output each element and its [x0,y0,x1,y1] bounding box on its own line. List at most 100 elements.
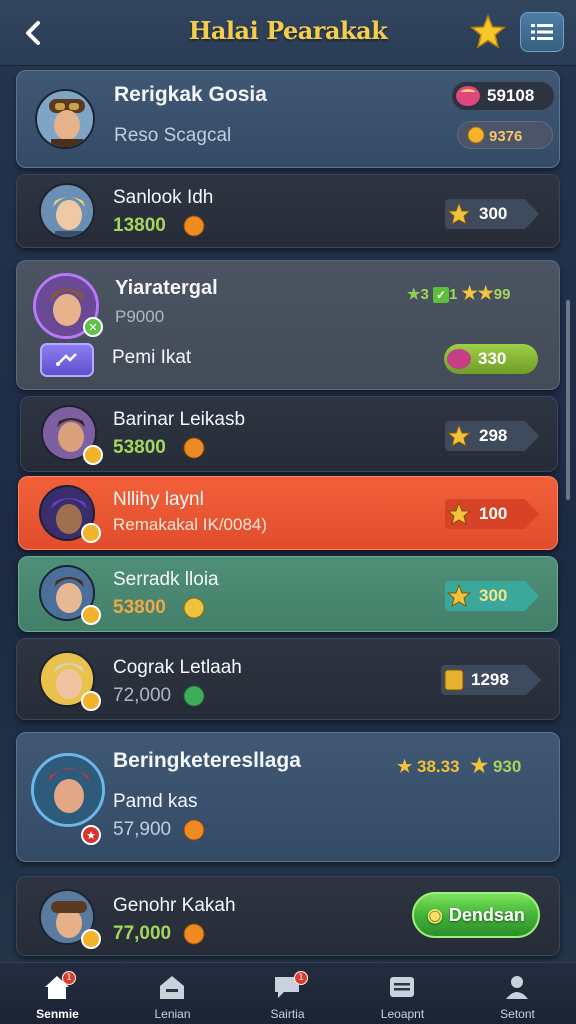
avatar [31,753,105,827]
rank-value: 1298 [471,670,509,689]
stat-a: 38.33 [416,757,460,776]
coin-badge [81,691,101,711]
nav-label: Leoapnt [380,1007,425,1021]
player-score: 72,000 [113,685,172,706]
coin-badge [83,445,103,465]
profile-card[interactable]: Rerigkak Gosia Reso Scagcal 59108 9376 [16,70,560,168]
rank-badge: ★ [81,825,101,845]
stat-b: 930 [492,757,522,776]
rank-pill[interactable]: 300 [445,581,539,611]
coin-icon [467,126,485,144]
list-item[interactable]: Barinar Leikasb 53800 298 [20,396,558,472]
online-badge: ✕ [83,317,103,337]
nav-item-profile[interactable]: Setont [460,967,575,1023]
gem-icon [456,86,480,106]
notification-badge: 1 [62,971,76,985]
gems-counter[interactable]: 59108 [451,81,555,111]
coin-icon [183,215,205,237]
star-icon: ★★ [461,283,494,303]
player-score: 53800 [113,597,166,618]
rank-value: 300 [479,586,508,605]
star-icon [447,502,471,526]
coins-counter[interactable]: 9376 [457,121,553,151]
player-name: Nllihy laynl [113,489,204,510]
rank-value: 100 [479,504,508,523]
nav-item-inbox[interactable]: Leoapnt [345,967,460,1023]
rating-stars: ★3 ✓ 1 ★★99 [407,283,511,303]
rank-pill[interactable]: 1298 [441,665,541,695]
list-item-highlighted[interactable]: Nllihy laynl Remakakal IK/0084) 100 [18,476,558,550]
menu-button[interactable] [520,12,564,52]
list-item[interactable]: ★ Beringketeresllaga Pamd kas 57,900 ★ 3… [16,732,560,862]
rank-pill[interactable]: 298 [445,421,539,451]
gems-value: 330 [478,349,507,368]
list-item[interactable]: Sanlook Idh 13800 300 [16,174,560,248]
player-name: Genohr Kakah [113,895,236,916]
player-name: Cograk Letlaah [113,657,242,678]
player-subtitle: Remakakal IK/0084) [113,515,268,534]
coin-badge [81,523,101,543]
star-icon [447,202,471,226]
rank-value: 300 [479,204,508,223]
favorites-button[interactable] [470,14,506,50]
player-name: Yiaratergal [115,277,218,299]
player-name: Serradk lloia [113,569,219,590]
coin-icon [183,437,205,459]
claim-button-label: Dendsan [448,904,525,925]
star-icon: ★ [397,757,413,776]
coin-icon [183,923,205,945]
player-name: Sanlook Idh [113,187,214,208]
star-icon [447,424,471,448]
claim-button[interactable]: ◉ Dendsan [412,892,540,938]
barn-icon [160,976,184,999]
list-item[interactable]: Serradk lloia 53800 300 [18,556,558,632]
player-score: P9000 [115,307,165,326]
stats-row: ★ 38.33 ★ 930 [397,753,521,778]
nav-label: Sairtia [270,1007,305,1021]
nav-label: Lenian [154,1007,191,1021]
gems-pill[interactable]: 330 [444,344,538,374]
profile-name: Rerigkak Gosia [114,83,267,106]
nav-item-home[interactable]: 1 Senmie [0,967,115,1023]
player-name: Beringketeresllaga [113,749,301,772]
star-icon: ★ [407,286,421,303]
avatar [35,89,95,149]
player-score: 57,900 [113,819,172,840]
list-item[interactable]: Cograk Letlaah 72,000 1298 [16,638,560,720]
nav-item-barn[interactable]: Lenian [115,967,230,1023]
star-icon [447,584,471,608]
inbox-icon [390,977,414,997]
nav-label: Setont [500,1007,535,1021]
list-menu-icon [531,24,553,40]
player-status: Pemi Ikat [112,347,192,368]
gem-icon [183,685,205,707]
coin-badge [81,929,101,949]
coin-icon: ◉ [427,904,443,925]
notification-badge: 1 [294,971,308,985]
coin-icon [183,597,205,619]
gem-icon [447,349,471,369]
user-icon [506,976,528,999]
coins-value: 9376 [489,127,523,145]
bottom-nav: 1 Senmie Lenian 1 Sairtia Leoapnt Setont [0,962,576,1024]
tag-button[interactable] [40,343,94,377]
avatar [39,183,95,239]
check-icon: ✓ [432,287,449,303]
rank-pill[interactable]: 100 [445,499,539,529]
swap-icon [56,353,77,366]
top-bar: Halai Pearakak [0,0,576,66]
player-score: 13800 [113,215,166,236]
nav-item-chat[interactable]: 1 Sairtia [230,967,345,1023]
profile-subtitle: Reso Scagcal [114,125,232,146]
player-score: 53800 [113,437,166,458]
gems-value: 59108 [487,86,535,105]
scrollbar[interactable] [566,300,570,500]
coin-badge [81,605,101,625]
player-status: Pamd kas [113,791,198,812]
coin-icon [183,819,205,841]
star-icon: ★ [470,755,489,777]
ticket-icon [444,669,464,691]
rank-pill[interactable]: 300 [445,199,539,229]
player-name: Barinar Leikasb [113,409,246,430]
star-icon [470,14,506,49]
